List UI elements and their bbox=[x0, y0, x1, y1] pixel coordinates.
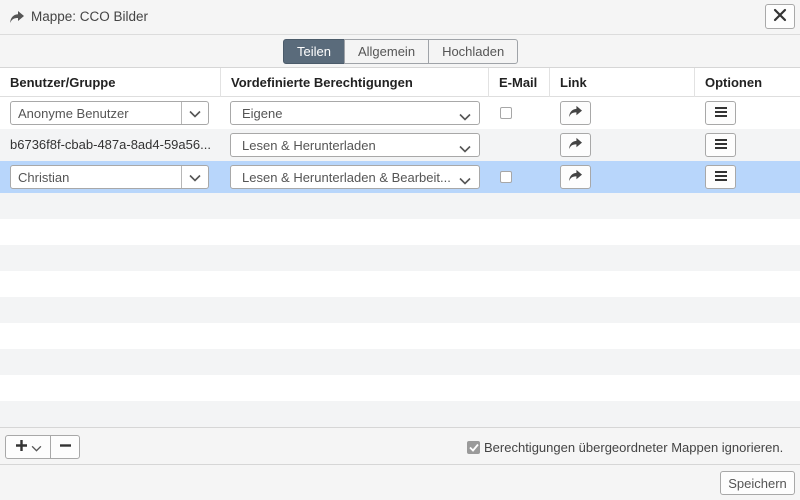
save-button[interactable]: Speichern bbox=[720, 471, 795, 495]
dialog-button-bar: Speichern bbox=[0, 465, 800, 500]
table-row[interactable]: b6736f8f-cbab-487a-8ad4-59a56... Lesen &… bbox=[0, 129, 800, 161]
dialog-title: Mappe: CCO Bilder bbox=[31, 9, 149, 24]
table-row[interactable]: Anonyme Benutzer Eigene bbox=[0, 97, 800, 129]
user-name: Anonyme Benutzer bbox=[18, 105, 129, 121]
tab-hochladen[interactable]: Hochladen bbox=[428, 39, 519, 64]
ignore-parent-permissions-checkbox[interactable] bbox=[467, 441, 480, 454]
share-arrow-icon bbox=[568, 137, 583, 153]
combobox-dropdown-button[interactable] bbox=[181, 166, 208, 188]
menu-lines-icon bbox=[714, 138, 728, 153]
plus-icon bbox=[15, 439, 28, 455]
title-bar: Mappe: CCO Bilder bbox=[0, 0, 800, 35]
user-combobox[interactable]: Anonyme Benutzer bbox=[10, 101, 209, 125]
combobox-dropdown-button[interactable] bbox=[181, 102, 208, 124]
share-arrow-icon bbox=[568, 169, 583, 185]
permission-select[interactable]: Eigene bbox=[230, 101, 480, 125]
column-header-permissions[interactable]: Vordefinierte Berechtigungen bbox=[221, 68, 489, 97]
table-header: Benutzer/Gruppe Vordefinierte Berechtigu… bbox=[0, 68, 800, 97]
tab-allgemein[interactable]: Allgemein bbox=[343, 39, 430, 64]
permission-value: Lesen & Herunterladen & Bearbeit... bbox=[242, 169, 451, 185]
permission-select[interactable]: Lesen & Herunterladen & Bearbeit... bbox=[230, 165, 480, 189]
chevron-down-icon bbox=[459, 173, 471, 188]
column-header-link[interactable]: Link bbox=[550, 68, 695, 97]
options-button[interactable] bbox=[705, 101, 736, 125]
close-button[interactable] bbox=[765, 4, 795, 29]
column-header-user[interactable]: Benutzer/Gruppe bbox=[0, 68, 221, 97]
ignore-parent-permissions-label[interactable]: Berechtigungen übergeordneter Mappen ign… bbox=[484, 440, 783, 455]
menu-lines-icon bbox=[714, 106, 728, 121]
table-row-selected[interactable]: Christian Lesen & Herunterladen & Bearbe… bbox=[0, 161, 800, 193]
checkmark-icon bbox=[468, 443, 479, 452]
link-button[interactable] bbox=[560, 101, 591, 125]
share-arrow-icon bbox=[9, 10, 25, 24]
empty-row bbox=[0, 349, 800, 375]
permissions-table: Anonyme Benutzer Eigene b6736f8f-cbab-48… bbox=[0, 97, 800, 427]
menu-lines-icon bbox=[714, 170, 728, 185]
empty-row bbox=[0, 323, 800, 349]
empty-row bbox=[0, 401, 800, 427]
column-header-options[interactable]: Optionen bbox=[695, 68, 800, 97]
tab-bar: Teilen Allgemein Hochladen bbox=[0, 35, 800, 68]
permission-select[interactable]: Lesen & Herunterladen bbox=[230, 133, 480, 157]
empty-row bbox=[0, 271, 800, 297]
chevron-down-icon bbox=[459, 109, 471, 124]
options-button[interactable] bbox=[705, 133, 736, 157]
empty-row bbox=[0, 297, 800, 323]
user-name: Christian bbox=[18, 169, 70, 185]
minus-icon bbox=[59, 439, 72, 455]
remove-entry-button[interactable] bbox=[50, 435, 80, 459]
empty-row bbox=[0, 193, 800, 219]
email-checkbox[interactable] bbox=[500, 171, 512, 183]
share-arrow-icon bbox=[568, 105, 583, 121]
user-combobox[interactable]: Christian bbox=[10, 165, 209, 189]
empty-row bbox=[0, 245, 800, 271]
chevron-down-icon bbox=[459, 141, 471, 156]
chevron-down-icon bbox=[189, 106, 201, 121]
chevron-down-icon bbox=[31, 440, 42, 455]
link-button[interactable] bbox=[560, 165, 591, 189]
options-button[interactable] bbox=[705, 165, 736, 189]
email-checkbox[interactable] bbox=[500, 107, 512, 119]
add-entry-button[interactable] bbox=[5, 435, 51, 459]
permission-value: Eigene bbox=[242, 105, 283, 121]
chevron-down-icon bbox=[189, 170, 201, 185]
close-icon bbox=[773, 8, 787, 25]
empty-row bbox=[0, 375, 800, 401]
user-name: b6736f8f-cbab-487a-8ad4-59a56... bbox=[10, 137, 211, 152]
permission-value: Lesen & Herunterladen bbox=[242, 137, 376, 153]
column-header-email[interactable]: E-Mail bbox=[489, 68, 550, 97]
share-dialog: Mappe: CCO Bilder Teilen Allgemein Hochl… bbox=[0, 0, 800, 500]
empty-row bbox=[0, 219, 800, 245]
tab-teilen[interactable]: Teilen bbox=[283, 39, 345, 64]
link-button[interactable] bbox=[560, 133, 591, 157]
table-footer-toolbar: Berechtigungen übergeordneter Mappen ign… bbox=[0, 427, 800, 465]
